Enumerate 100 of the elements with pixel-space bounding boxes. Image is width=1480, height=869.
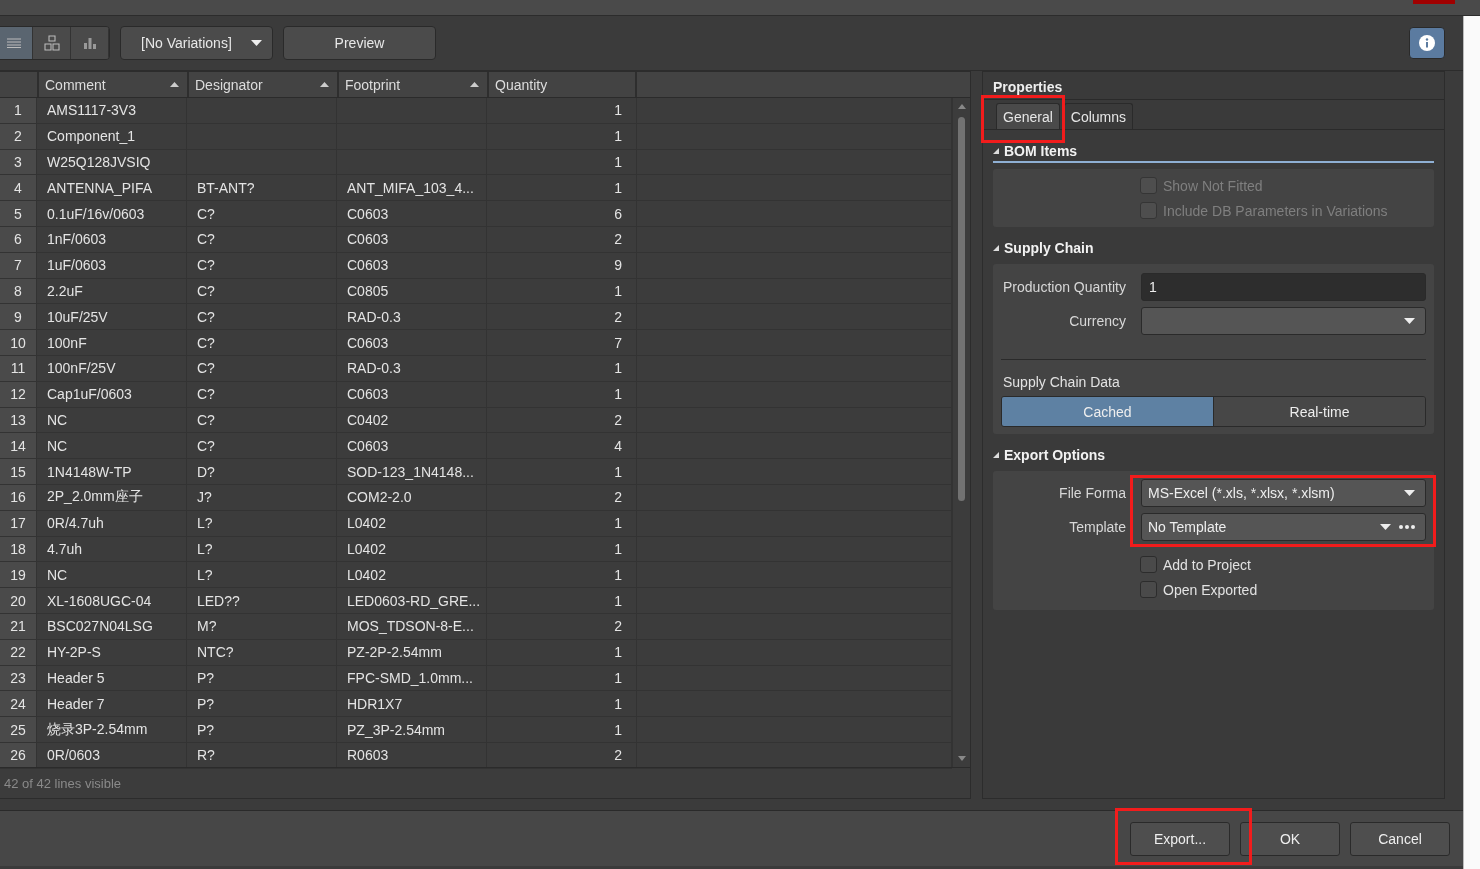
column-header[interactable]: Comment <box>37 72 187 97</box>
table-cell: 7 <box>487 330 637 355</box>
segment-button[interactable]: Real-time <box>1213 397 1425 426</box>
row-number: 4 <box>0 175 37 201</box>
row-number: 9 <box>0 304 37 330</box>
checkbox-row[interactable]: Open Exported <box>1140 577 1426 602</box>
table-cell: C? <box>187 330 337 355</box>
field-label: Production Quantity <box>1002 279 1126 295</box>
row-number: 22 <box>0 639 37 665</box>
table-cell: 2 <box>487 613 637 639</box>
panel-title: Properties <box>993 78 1064 97</box>
currency-dropdown[interactable] <box>1141 307 1426 335</box>
field-label: File Forma <box>1058 485 1126 501</box>
table-cell: 100nF <box>37 330 187 355</box>
table-cell: 1 <box>487 665 637 691</box>
row-number: 7 <box>0 252 37 278</box>
row-number: 13 <box>0 407 37 433</box>
row-number: 19 <box>0 562 37 588</box>
preview-button[interactable]: Preview <box>283 26 436 60</box>
table-cell: L? <box>187 510 337 536</box>
table-cell: 1uF/0603 <box>37 252 187 278</box>
table-cell: 1nF/0603 <box>37 227 187 252</box>
table-cell: 1 <box>487 278 637 304</box>
tab[interactable]: Columns <box>1063 103 1134 129</box>
table-cell: C0603 <box>337 227 487 252</box>
dialog-button[interactable]: Export... <box>1130 821 1230 856</box>
template-dropdown[interactable]: No Template <box>1141 513 1426 541</box>
checkbox[interactable] <box>1140 556 1157 573</box>
table-cell: L? <box>187 536 337 562</box>
table-cell: C0402 <box>337 407 487 433</box>
collapse-icon <box>993 245 999 251</box>
table-cell: 6 <box>487 201 637 226</box>
view-toggle-group[interactable] <box>0 26 110 60</box>
table-cell: RAD-0.3 <box>337 355 487 381</box>
table-cell: R0603 <box>337 742 487 768</box>
table-cell: C0603 <box>337 433 487 459</box>
table-cell: C? <box>187 355 337 381</box>
checkbox[interactable] <box>1140 581 1157 598</box>
row-number: 12 <box>0 381 37 407</box>
format-dropdown[interactable]: MS-Excel (*.xls, *.xlsx, *.xlsm) <box>1141 479 1426 507</box>
caret-icon <box>251 40 262 46</box>
quantity-field[interactable]: 1 <box>1141 273 1426 301</box>
dialog-button[interactable]: OK <box>1240 821 1340 856</box>
table-cell: M? <box>187 613 337 639</box>
table-cell: C? <box>187 227 337 252</box>
row-number: 6 <box>0 227 37 252</box>
checkbox-row[interactable]: Add to Project <box>1140 552 1426 577</box>
table-cell: 0R/0603 <box>37 742 187 768</box>
table-cell: HDR1X7 <box>337 691 487 717</box>
segment-button[interactable]: Cached <box>1002 397 1213 426</box>
table-cell: 2 <box>487 304 637 330</box>
tab[interactable]: General <box>996 103 1060 129</box>
section-heading[interactable]: Supply Chain <box>1004 240 1094 256</box>
table-cell: Header 7 <box>37 691 187 717</box>
table-cell: 0.1uF/16v/0603 <box>37 201 187 226</box>
table-cell: FPC-SMD_1.0mm... <box>337 665 487 691</box>
table-cell: LED?? <box>187 588 337 613</box>
variation-dropdown[interactable]: [No Variations] <box>120 26 273 60</box>
caret-icon <box>1404 490 1415 496</box>
row-number: 26 <box>0 742 37 768</box>
row-number: 14 <box>0 433 37 459</box>
checkbox-label: Open Exported <box>1163 581 1258 598</box>
scrollbar-thumb[interactable] <box>958 117 965 501</box>
table-cell: PZ-2P-2.54mm <box>337 639 487 665</box>
table-cell: 2 <box>487 742 637 768</box>
view-button[interactable] <box>71 27 109 59</box>
more-icon <box>1399 525 1415 529</box>
info-button[interactable] <box>1409 27 1445 59</box>
table-cell: C0805 <box>337 278 487 304</box>
table-cell: 2 <box>487 407 637 433</box>
table-cell: PZ_3P-2.54mm <box>337 717 487 742</box>
sort-icon <box>320 82 329 87</box>
row-number: 16 <box>0 484 37 510</box>
section-heading[interactable]: BOM Items <box>1004 143 1078 159</box>
field-label: Template <box>1068 519 1126 535</box>
table-cell: Cap1uF/0603 <box>37 381 187 407</box>
status-text: 42 of 42 lines visible <box>0 767 970 798</box>
table-cell: 1 <box>487 149 637 175</box>
row-number: 25 <box>0 717 37 742</box>
table-cell: C0603 <box>337 330 487 355</box>
bar-chart-icon <box>82 37 97 49</box>
table-cell: C? <box>187 381 337 407</box>
table-cell: BT-ANT? <box>187 175 337 201</box>
view-button[interactable] <box>0 27 33 59</box>
table-cell: COM2-2.0 <box>337 484 487 510</box>
row-number: 5 <box>0 201 37 226</box>
table-cell: XL-1608UGC-04 <box>37 588 187 613</box>
sort-icon <box>470 82 479 87</box>
column-header[interactable]: Quantity <box>487 72 637 97</box>
column-header[interactable]: Designator <box>187 72 337 97</box>
table-cell: 1 <box>487 98 637 123</box>
table-cell: L0402 <box>337 536 487 562</box>
group-label: Supply Chain Data <box>1003 374 1121 390</box>
view-button[interactable] <box>33 27 71 59</box>
dialog-button[interactable]: Cancel <box>1350 821 1450 856</box>
table-cell: C? <box>187 278 337 304</box>
column-header[interactable]: Footprint <box>337 72 487 97</box>
row-number: 15 <box>0 459 37 484</box>
section-heading[interactable]: Export Options <box>1004 447 1106 463</box>
table-cell: 1 <box>487 510 637 536</box>
